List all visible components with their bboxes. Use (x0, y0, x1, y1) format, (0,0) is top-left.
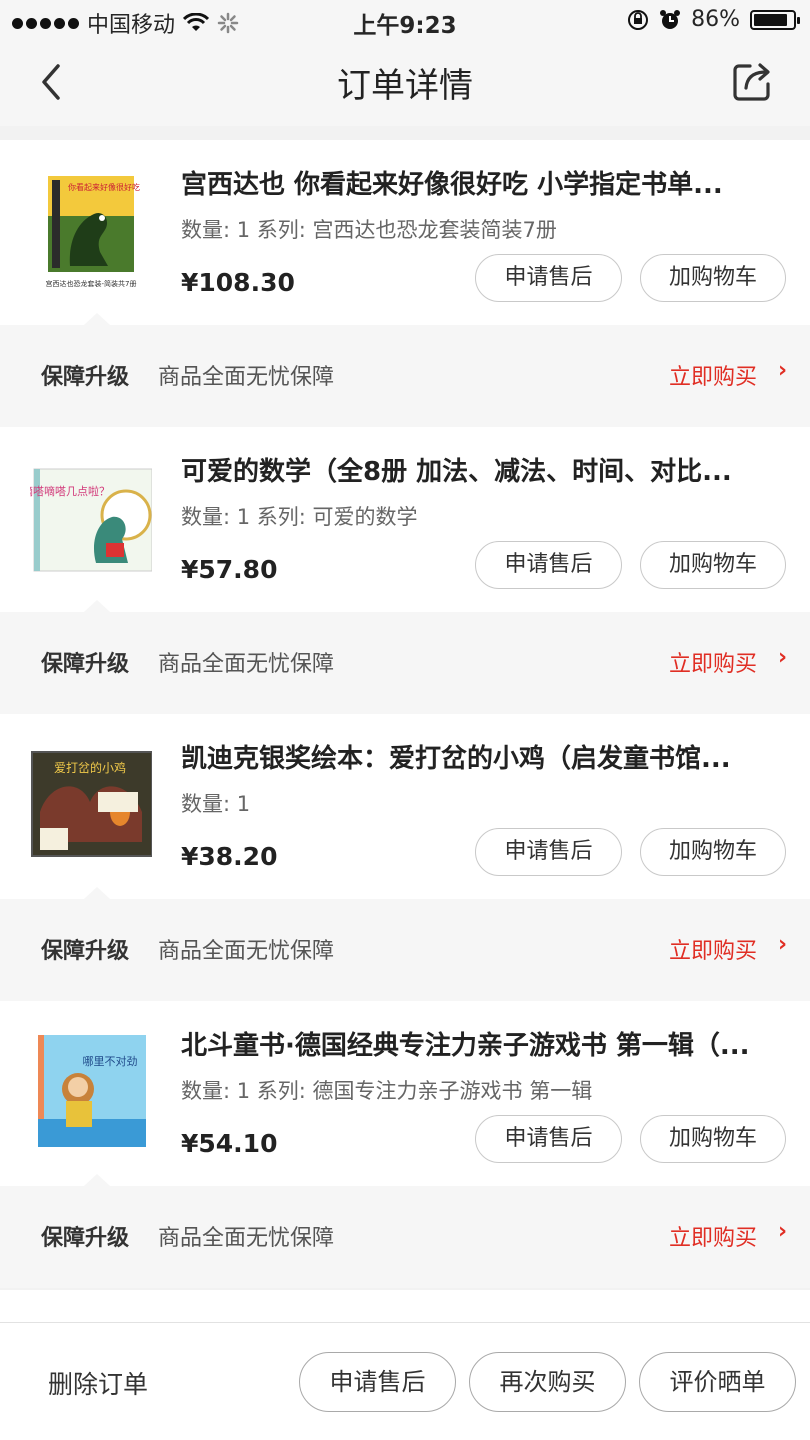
apply-after-sale-button[interactable]: 申请售后 (299, 1352, 456, 1412)
order-item-card: 嘀嗒嘀嗒几点啦？ 可爱的数学（全8册 加法、减法、时间、对比... 数量: 1 … (0, 427, 810, 714)
product-price: ¥57.80 (181, 555, 278, 584)
guarantee-label: 保障升级 (41, 939, 130, 964)
order-item-card: 哪里不对劲 北斗童书·德国经典专注力亲子游戏书 第一辑（... 数量: 1 系列… (0, 1001, 810, 1288)
order-item-card: 你看起来好像很好吃 宫西达也恐龙套装-简装共7册 宫西达也 你看起来好像很好吃 … (0, 140, 810, 427)
product-price: ¥38.20 (181, 842, 278, 871)
product-name[interactable]: 北斗童书·德国经典专注力亲子游戏书 第一辑（... (181, 1025, 781, 1062)
buy-now-link[interactable]: 立即购买 (669, 933, 757, 965)
buy-now-link[interactable]: 立即购买 (669, 1220, 757, 1252)
product-name[interactable]: 宫西达也 你看起来好像很好吃 小学指定书单... (181, 164, 781, 201)
guarantee-description: 商品全面无忧保障 (158, 1226, 335, 1251)
product-thumbnail[interactable]: 嘀嗒嘀嗒几点啦？ (30, 455, 152, 579)
guarantee-row[interactable]: 保障升级 商品全面无忧保障 立即购买 › (0, 313, 810, 427)
buy-now-link[interactable]: 立即购买 (669, 646, 757, 678)
delete-order-button[interactable]: 删除订单 (48, 1365, 148, 1401)
next-section-peek (0, 1290, 810, 1322)
after-sale-button[interactable]: 申请售后 (475, 828, 622, 876)
product-row[interactable]: 嘀嗒嘀嗒几点啦？ 可爱的数学（全8册 加法、减法、时间、对比... 数量: 1 … (0, 427, 810, 612)
battery-icon (750, 9, 800, 30)
guarantee-label: 保障升级 (41, 1226, 130, 1251)
add-to-cart-button[interactable]: 加购物车 (640, 1115, 786, 1163)
guarantee-row[interactable]: 保障升级 商品全面无忧保障 立即购买 › (0, 887, 810, 1001)
bottom-action-bar: 删除订单 申请售后 再次购买 评价晒单 (0, 1322, 810, 1440)
alarm-icon (660, 9, 681, 29)
page-title: 订单详情 (337, 66, 473, 106)
caret-pointer (84, 600, 110, 612)
caret-pointer (84, 1174, 110, 1186)
product-name[interactable]: 凯迪克银奖绘本：爱打岔的小鸡（启发童书馆... (181, 738, 781, 775)
add-to-cart-button[interactable]: 加购物车 (640, 828, 786, 876)
chevron-right-icon: › (778, 1219, 788, 1244)
after-sale-button[interactable]: 申请售后 (475, 1115, 622, 1163)
product-price: ¥54.10 (181, 1129, 278, 1158)
review-button[interactable]: 评价晒单 (639, 1352, 796, 1412)
guarantee-row[interactable]: 保障升级 商品全面无忧保障 立即购买 › (0, 600, 810, 714)
product-thumbnail[interactable]: 你看起来好像很好吃 宫西达也恐龙套装-简装共7册 (30, 168, 152, 292)
caret-pointer (84, 313, 110, 325)
status-bar: 中国移动 上午9:23 86% (0, 0, 810, 42)
battery-percent: 86% (691, 7, 740, 32)
chevron-right-icon: › (778, 932, 788, 957)
chevron-right-icon: › (778, 645, 788, 670)
battery-fill (754, 13, 787, 26)
product-meta: 数量: 1 (181, 792, 251, 816)
share-icon[interactable] (730, 58, 776, 104)
caret-pointer (84, 887, 110, 899)
product-price: ¥108.30 (181, 268, 295, 297)
after-sale-button[interactable]: 申请售后 (475, 541, 622, 589)
product-meta: 数量: 1 系列: 宫西达也恐龙套装简装7册 (181, 218, 557, 242)
rotation-lock-icon (628, 9, 649, 30)
product-row[interactable]: 爱打岔的小鸡 凯迪克银奖绘本：爱打岔的小鸡（启发童书馆... 数量: 1 ¥38… (0, 714, 810, 899)
guarantee-row[interactable]: 保障升级 商品全面无忧保障 立即购买 › (0, 1174, 810, 1288)
product-row[interactable]: 哪里不对劲 北斗童书·德国经典专注力亲子游戏书 第一辑（... 数量: 1 系列… (0, 1001, 810, 1186)
guarantee-label: 保障升级 (41, 365, 130, 390)
thumb-caption: 宫西达也恐龙套装-简装共7册 (46, 279, 137, 288)
cover-title-text: 哪里不对劲 (83, 1054, 138, 1068)
product-row[interactable]: 你看起来好像很好吃 宫西达也恐龙套装-简装共7册 宫西达也 你看起来好像很好吃 … (0, 140, 810, 325)
product-thumbnail[interactable]: 哪里不对劲 (30, 1029, 152, 1153)
after-sale-button[interactable]: 申请售后 (475, 254, 622, 302)
add-to-cart-button[interactable]: 加购物车 (640, 541, 786, 589)
product-thumbnail[interactable]: 爱打岔的小鸡 (30, 742, 152, 866)
order-item-card: 爱打岔的小鸡 凯迪克银奖绘本：爱打岔的小鸡（启发童书馆... 数量: 1 ¥38… (0, 714, 810, 1001)
guarantee-label: 保障升级 (41, 652, 130, 677)
guarantee-description: 商品全面无忧保障 (158, 939, 335, 964)
add-to-cart-button[interactable]: 加购物车 (640, 254, 786, 302)
buy-again-button[interactable]: 再次购买 (469, 1352, 626, 1412)
guarantee-description: 商品全面无忧保障 (158, 365, 335, 390)
guarantee-description: 商品全面无忧保障 (158, 652, 335, 677)
product-meta: 数量: 1 系列: 德国专注力亲子游戏书 第一辑 (181, 1079, 593, 1103)
cover-title-text: 爱打岔的小鸡 (54, 760, 126, 775)
product-name[interactable]: 可爱的数学（全8册 加法、减法、时间、对比... (181, 451, 781, 488)
nav-bar: 订单详情 (0, 42, 810, 126)
buy-now-link[interactable]: 立即购买 (669, 359, 757, 391)
cover-title-text: 嘀嗒嘀嗒几点啦？ (30, 484, 110, 498)
product-meta: 数量: 1 系列: 可爱的数学 (181, 505, 418, 529)
cover-title-text: 你看起来好像很好吃 (68, 182, 140, 192)
chevron-right-icon: › (778, 358, 788, 383)
status-right: 86% (627, 7, 800, 32)
